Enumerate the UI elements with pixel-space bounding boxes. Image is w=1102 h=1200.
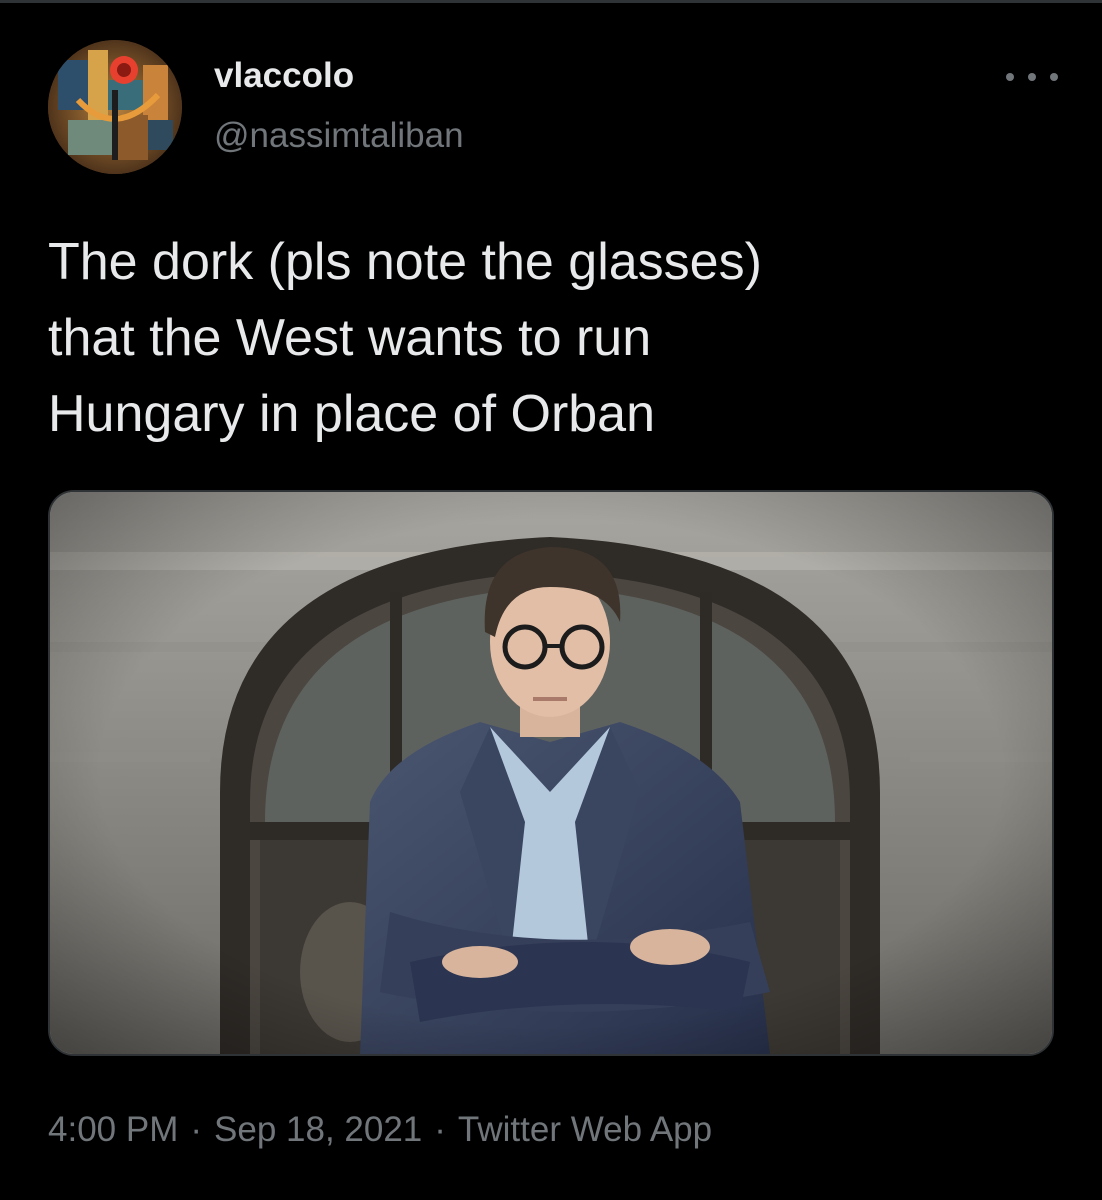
- separator: ·: [434, 1110, 446, 1149]
- tweet-header: vlaccolo @nassimtaliban: [48, 40, 1058, 176]
- more-options-button[interactable]: [1006, 62, 1058, 92]
- separator: ·: [190, 1110, 203, 1149]
- tweet-timestamp: 4:00 PM · Sep 18, 2021 · Twitter Web App: [48, 1108, 712, 1152]
- avatar[interactable]: [48, 40, 182, 174]
- top-divider: [0, 0, 1102, 3]
- more-horizontal-icon: [1006, 73, 1014, 81]
- more-horizontal-icon-dot: [1028, 73, 1036, 81]
- display-name[interactable]: vlaccolo: [214, 54, 354, 98]
- more-horizontal-icon-dot: [1050, 73, 1058, 81]
- tweet-time[interactable]: 4:00 PM: [48, 1110, 178, 1149]
- tweet-photo[interactable]: [48, 490, 1054, 1056]
- user-handle[interactable]: @nassimtaliban: [214, 114, 464, 158]
- avatar-image: [48, 40, 182, 174]
- photo-image: [50, 492, 1052, 1054]
- tweet-date[interactable]: Sep 18, 2021: [214, 1110, 422, 1149]
- tweet-text: The dork (pls note the glasses) that the…: [48, 233, 762, 443]
- tweet-source[interactable]: Twitter Web App: [458, 1110, 712, 1149]
